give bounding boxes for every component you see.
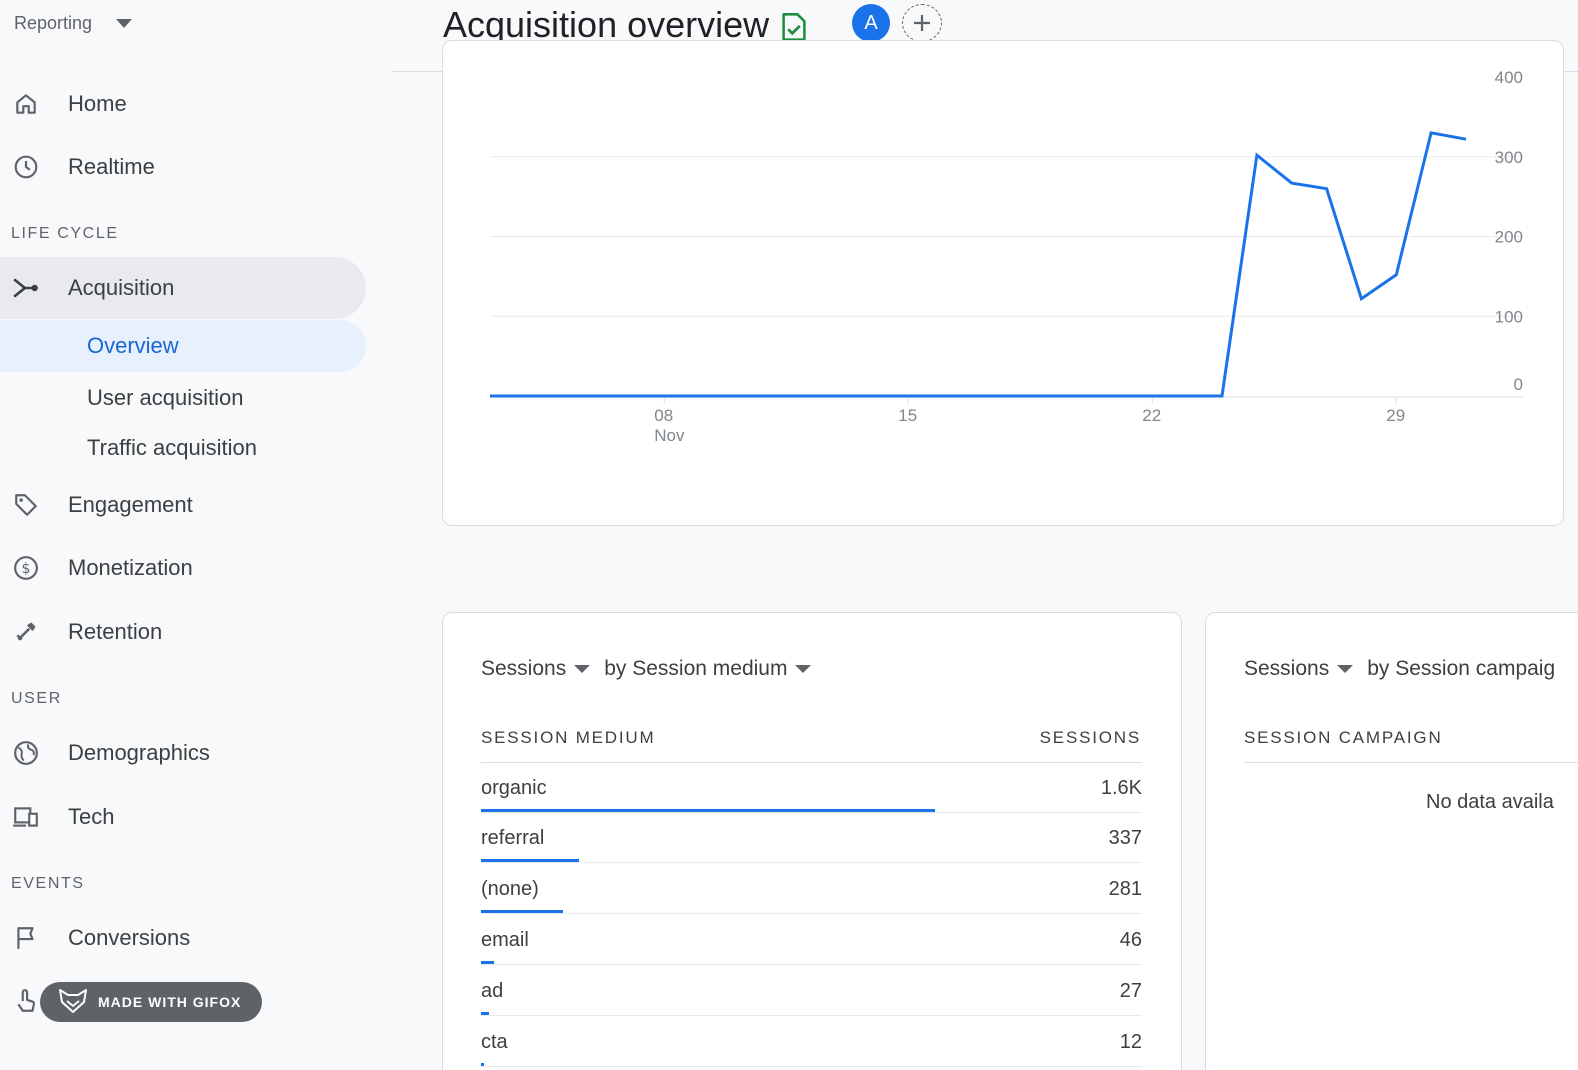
nav-item-home[interactable]: Home [0,73,366,135]
fox-logo-icon [58,988,88,1017]
magnet-icon [12,618,40,646]
plus-icon [914,15,930,31]
reporting-label: Reporting [14,13,93,33]
row-label: referral [481,827,545,849]
chevron-down-icon [116,19,133,28]
globe-icon [12,739,40,767]
nav-label: Tech [68,804,115,829]
row-label: organic [481,777,547,799]
section-user: USER [11,690,62,707]
table-row[interactable]: organic 1.6K [481,763,1142,813]
clock-icon [12,153,40,181]
acquisition-icon [12,274,40,302]
tag-icon [12,491,40,519]
nav-label: Overview [87,333,179,358]
nav-item-demographics[interactable]: Demographics [0,722,366,784]
dollar-icon: $ [12,554,40,582]
section-life-cycle: LIFE CYCLE [11,225,119,242]
section-events: EVENTS [11,875,85,892]
row-share-bar [481,859,579,862]
y-tick-label: 300 [1495,148,1523,167]
row-label: cta [481,1031,508,1053]
nav-item-monetization[interactable]: $ Monetization [0,537,366,599]
divider [1244,762,1578,763]
sidebar: Reporting Home Realtime LIFE CYCLE Acqui… [0,0,392,1070]
nav-subitem-traffic-acquisition[interactable]: Traffic acquisition [0,422,366,474]
nav-label: Home [68,91,127,116]
table-row[interactable]: referral 337 [481,813,1142,863]
row-value: 46 [1119,929,1142,951]
x-tick-label: 22 [1142,406,1161,425]
table-row[interactable]: email 46 [481,915,1142,965]
nav-label: Demographics [68,740,210,765]
nav-item-conversions[interactable]: Conversions [0,907,366,969]
nav-label: Traffic acquisition [87,435,257,460]
x-month-label: Nov [654,426,685,445]
nav-subitem-overview[interactable]: Overview [0,320,366,372]
reporting-dropdown[interactable]: Reporting [14,13,133,34]
nav-label: Conversions [68,925,191,950]
nav-item-acquisition[interactable]: Acquisition [0,257,366,319]
column-header-dimension: SESSION CAMPAIGN [1244,728,1443,747]
row-value: 1.6K [1100,777,1142,799]
row-value: 12 [1119,1031,1142,1053]
row-label: (none) [481,878,539,900]
chevron-down-icon[interactable] [795,665,812,673]
svg-text:$: $ [22,561,31,577]
avatar[interactable]: A [852,4,890,42]
gifox-label: MADE WITH GIFOX [98,994,242,1010]
metric-selector[interactable]: Sessions [481,657,566,681]
row-share-bar [481,1063,485,1066]
series-line-sessions [490,131,1467,398]
y-tick-label: 400 [1495,68,1523,87]
nav-label: User acquisition [87,385,244,410]
row-label: email [481,929,529,951]
nav-label: Engagement [68,492,193,517]
metric-selector[interactable]: Sessions [1244,657,1329,681]
nav-label: Acquisition [68,275,175,300]
x-tick-label: 08 [654,406,673,425]
chevron-down-icon[interactable] [1337,665,1354,673]
table-row[interactable]: cta 12 [481,1017,1142,1067]
dimension-selector[interactable]: by Session campaig [1367,657,1555,681]
session-medium-card: Sessions by Session medium SESSION MEDIU… [442,612,1182,1070]
add-comparison-button[interactable] [902,4,942,42]
flag-icon [12,924,40,952]
table-row[interactable]: (none) 281 [481,864,1142,914]
y-tick-label: 100 [1495,307,1523,326]
sessions-chart-card: 0 100 200 300 400 08 Nov 15 22 29 [442,40,1564,526]
nav-subitem-user-acquisition[interactable]: User acquisition [0,372,366,424]
empty-state-text: No data availa [1426,791,1554,813]
devices-icon [12,803,40,831]
home-icon [12,90,40,118]
row-value: 27 [1119,980,1142,1002]
dimension-selector[interactable]: by Session medium [604,657,787,681]
nav-item-realtime[interactable]: Realtime [0,136,366,198]
x-tick-label: 29 [1386,406,1405,425]
nav-item-tech[interactable]: Tech [0,786,366,848]
y-tick-label: 200 [1495,228,1523,247]
row-share-bar [481,961,495,964]
nav-item-retention[interactable]: Retention [0,601,366,663]
row-value: 337 [1108,827,1142,849]
touch-icon [12,987,40,1015]
gifox-watermark: MADE WITH GIFOX [40,982,262,1022]
x-tick-label: 15 [898,406,917,425]
nav-label: Retention [68,619,163,644]
row-share-bar [481,809,936,812]
session-campaign-card: Sessions by Session campaig SESSION CAMP… [1205,612,1578,1070]
nav-item-engagement[interactable]: Engagement [0,474,366,536]
row-share-bar [481,910,563,913]
nav-label: Realtime [68,154,155,179]
column-header-metric: SESSIONS [1039,728,1141,747]
chevron-down-icon[interactable] [574,665,591,673]
column-header-dimension: SESSION MEDIUM [481,728,656,747]
nav-label: Monetization [68,555,193,580]
table-row[interactable]: ad 27 [481,966,1142,1016]
y-tick-label: 0 [1514,375,1523,394]
row-value: 281 [1108,878,1142,900]
row-share-bar [481,1012,489,1015]
row-label: ad [481,980,504,1002]
line-chart: 0 100 200 300 400 08Nov 15 22 29 [490,68,1523,445]
